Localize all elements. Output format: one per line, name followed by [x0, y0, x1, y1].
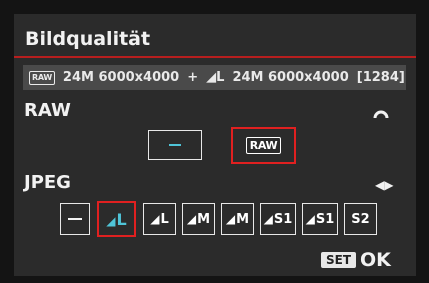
jpeg-option-small1-fine[interactable]: ◢S1	[260, 203, 296, 235]
jpeg-option-none[interactable]	[60, 203, 90, 235]
left-right-arrows-icon: ◀▶	[375, 178, 394, 192]
normal-quality-icon: ◢	[305, 211, 315, 226]
none-dash-icon	[169, 143, 181, 147]
jpeg-size-text: 24M 6000x4000	[232, 70, 349, 85]
jpeg-section-label: JPEG	[24, 172, 71, 193]
jpeg-option-medium-normal[interactable]: ◢M	[221, 203, 254, 235]
set-button-icon: SET	[321, 252, 357, 268]
shots-remaining: [1284]	[356, 70, 405, 85]
title-divider	[14, 56, 416, 58]
raw-option-none[interactable]	[148, 130, 202, 160]
fine-quality-icon: ◢	[106, 213, 116, 228]
ok-label: OK	[360, 249, 391, 271]
jpeg-option-small1-normal[interactable]: ◢S1	[302, 203, 338, 235]
fine-quality-icon: ◢	[186, 211, 197, 226]
jpeg-option-large-fine[interactable]: ◢L	[97, 201, 136, 237]
menu-screen	[14, 14, 416, 276]
fine-quality-icon: ◢	[263, 211, 273, 226]
normal-quality-icon: ◢	[225, 211, 236, 226]
main-dial-icon	[373, 110, 389, 119]
plus-sign: +	[187, 70, 199, 85]
raw-size-text: 24M 6000x4000	[62, 70, 180, 85]
raw-mini-icon: RAW	[29, 70, 55, 85]
jpeg-option-small2[interactable]: S2	[344, 203, 377, 235]
page-title: Bildqualität	[25, 28, 151, 50]
quality-info-bar: RAW 24M 6000x4000 + ◢L 24M 6000x4000 [12…	[23, 65, 406, 90]
set-ok-hint[interactable]: SET OK	[321, 249, 391, 271]
jpeg-option-medium-fine[interactable]: ◢M	[182, 203, 215, 235]
raw-option-label: RAW	[245, 137, 282, 154]
normal-quality-icon: ◢	[150, 211, 160, 226]
raw-option-raw[interactable]: RAW	[231, 127, 296, 164]
raw-section-label: RAW	[24, 100, 71, 121]
jpeg-option-large-normal[interactable]: ◢L	[143, 203, 176, 235]
none-dash-icon	[68, 217, 82, 221]
jpeg-quality-icon: ◢L	[206, 70, 225, 85]
